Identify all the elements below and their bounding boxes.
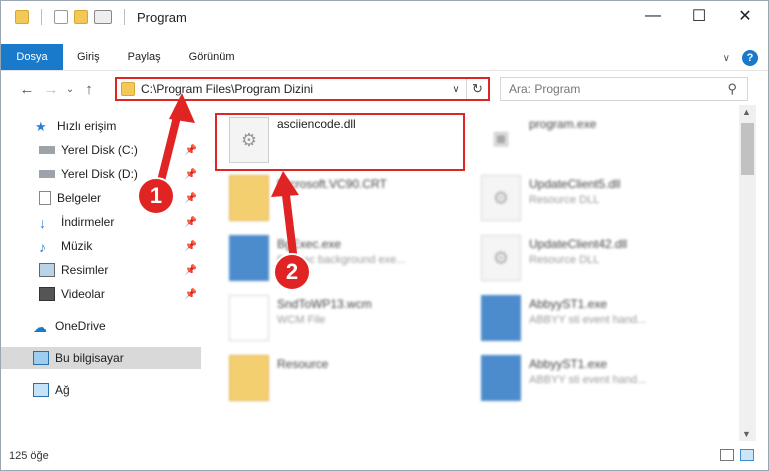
arrow-2-shaft <box>281 183 297 257</box>
arrow-1-head <box>169 93 195 123</box>
explorer-window: Program — ☐ ✕ Dosya Giriş Paylaş Görünüm… <box>0 0 769 471</box>
annotation-arrows <box>157 93 299 257</box>
step-1-badge: 1 <box>137 177 175 215</box>
arrow-2-head <box>271 171 299 197</box>
step-2-badge: 2 <box>273 253 311 291</box>
